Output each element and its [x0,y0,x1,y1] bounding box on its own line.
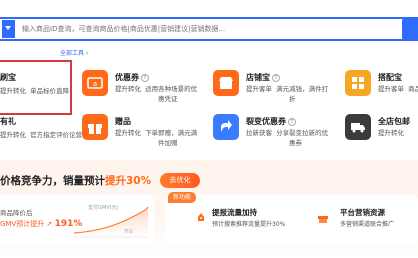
optimize-button[interactable]: 去优化 [160,173,200,188]
help-icon[interactable]: ? [272,73,280,82]
tool-desc-cont: 折 [289,95,296,103]
gift-icon [82,114,108,140]
tool-item-fission-coupon[interactable]: 裂变优惠券? 拉新获客 分享裂变拉新的优 惠券 [213,114,335,154]
shop-icon [213,70,239,96]
help-icon[interactable]: ? [141,73,149,82]
svg-text:a: a [93,80,97,88]
chevron-down-icon [5,26,11,30]
search-input[interactable] [22,21,302,37]
tool-title: 赠品 [115,117,131,126]
feature-desc: 多营销渠道联合推广 [340,221,395,228]
feature-traffic-boost[interactable]: 提报流量加持 预计搜索推荐流量提升30% [198,207,308,231]
tool-desc: 下单即赠，满元满 [145,129,198,137]
tool-item-danpinbao[interactable]: 刷宝 提升转化 单品标价直降 [0,72,69,96]
tool-tag: 提升转化 [0,131,26,139]
gift-box-icon [318,208,328,223]
rocket-icon [196,208,206,221]
chevron-right-icon: › [85,50,89,57]
tool-item-coupon[interactable]: a 优惠券? 提升转化 适用各种场景的优 惠凭证 [82,70,202,110]
feature-platform-resources[interactable]: 平台营销资源 多营销渠道联合推广 [318,207,418,231]
chart-label: 支付GMV(元) [88,205,119,211]
tool-desc-cont: 惠凭证 [158,95,178,103]
new-feature-badge: 新功能 [168,192,197,203]
arrow-up-icon: ➚ [46,220,53,228]
promo-highlight: 提升30% [105,175,152,187]
gmv-label: GMV预计提升 [0,220,45,228]
tool-desc-cont: 惠券 [289,139,302,147]
share-icon [213,114,239,140]
promo-banner-title: 价格竞争力，销量预计提升30% [0,175,152,187]
tool-title: 店铺宝 [246,73,270,82]
tool-item-dapei-bao[interactable]: 搭配宝 提升客单 商品 [345,70,418,110]
tool-desc-cont: 件加赠 [158,139,178,147]
all-tools-link[interactable]: 全部工具 › [60,48,88,57]
tool-item-gift[interactable]: 赠品 提升转化 下单即赠，满元满 件加赠 [82,114,202,154]
tool-title: 刷宝 [0,73,16,82]
tool-title: 有礼 [0,117,16,126]
tool-item-shop-bao[interactable]: 店铺宝? 提升客单 满元减钱，满件打 折 [213,70,335,110]
tool-tag: 拉新获客 [246,129,272,137]
tool-title: 搭配宝 [378,73,402,82]
tool-desc: 满元减钱，满件打 [276,85,329,93]
tool-tag: 提升转化 [115,85,141,93]
help-icon[interactable]: ? [288,117,296,126]
tool-tag: 提升转化 [378,129,404,137]
tool-desc: 商品 [408,85,418,93]
truck-icon [345,114,371,140]
feature-title: 平台营销资源 [340,208,385,217]
tool-desc: 适用各种场景的优 [145,85,198,93]
tool-title: 裂变优惠券 [246,117,286,126]
tool-title: 全店包邮 [378,117,410,126]
tool-tag: 提升转化 [115,129,141,137]
feature-title: 提报流量加持 [212,208,257,217]
gmv-line1: 商品降价后 [0,209,33,217]
coupon-icon: a [82,70,108,96]
tool-tag: 提升客单 [246,85,272,93]
chart-note: 节日 [124,230,133,235]
tool-item-free-shipping[interactable]: 全店包邮 提升转化 [345,114,418,154]
tool-title: 优惠券 [115,73,139,82]
tool-desc: 官方指定评价论营 [30,131,83,139]
tool-desc: 分享裂变拉新的优 [276,129,329,137]
tool-tag: 提升转化 [0,87,26,95]
tool-tag: 提升客单 [378,85,404,93]
tool-item-youli[interactable]: 有礼 提升转化 官方指定评价论营 [0,116,82,140]
search-scope-dropdown[interactable] [2,20,15,38]
feature-desc: 预计搜索推荐流量提升30% [212,221,286,228]
search-bar[interactable] [0,17,408,41]
bundle-icon [345,70,371,96]
tool-desc: 单品标价直降 [30,87,70,95]
search-button[interactable] [402,17,418,41]
gmv-card: 商品降价后 GMV预计提升 ➚ 191% 支付GMV(元) 节日 [0,195,154,243]
